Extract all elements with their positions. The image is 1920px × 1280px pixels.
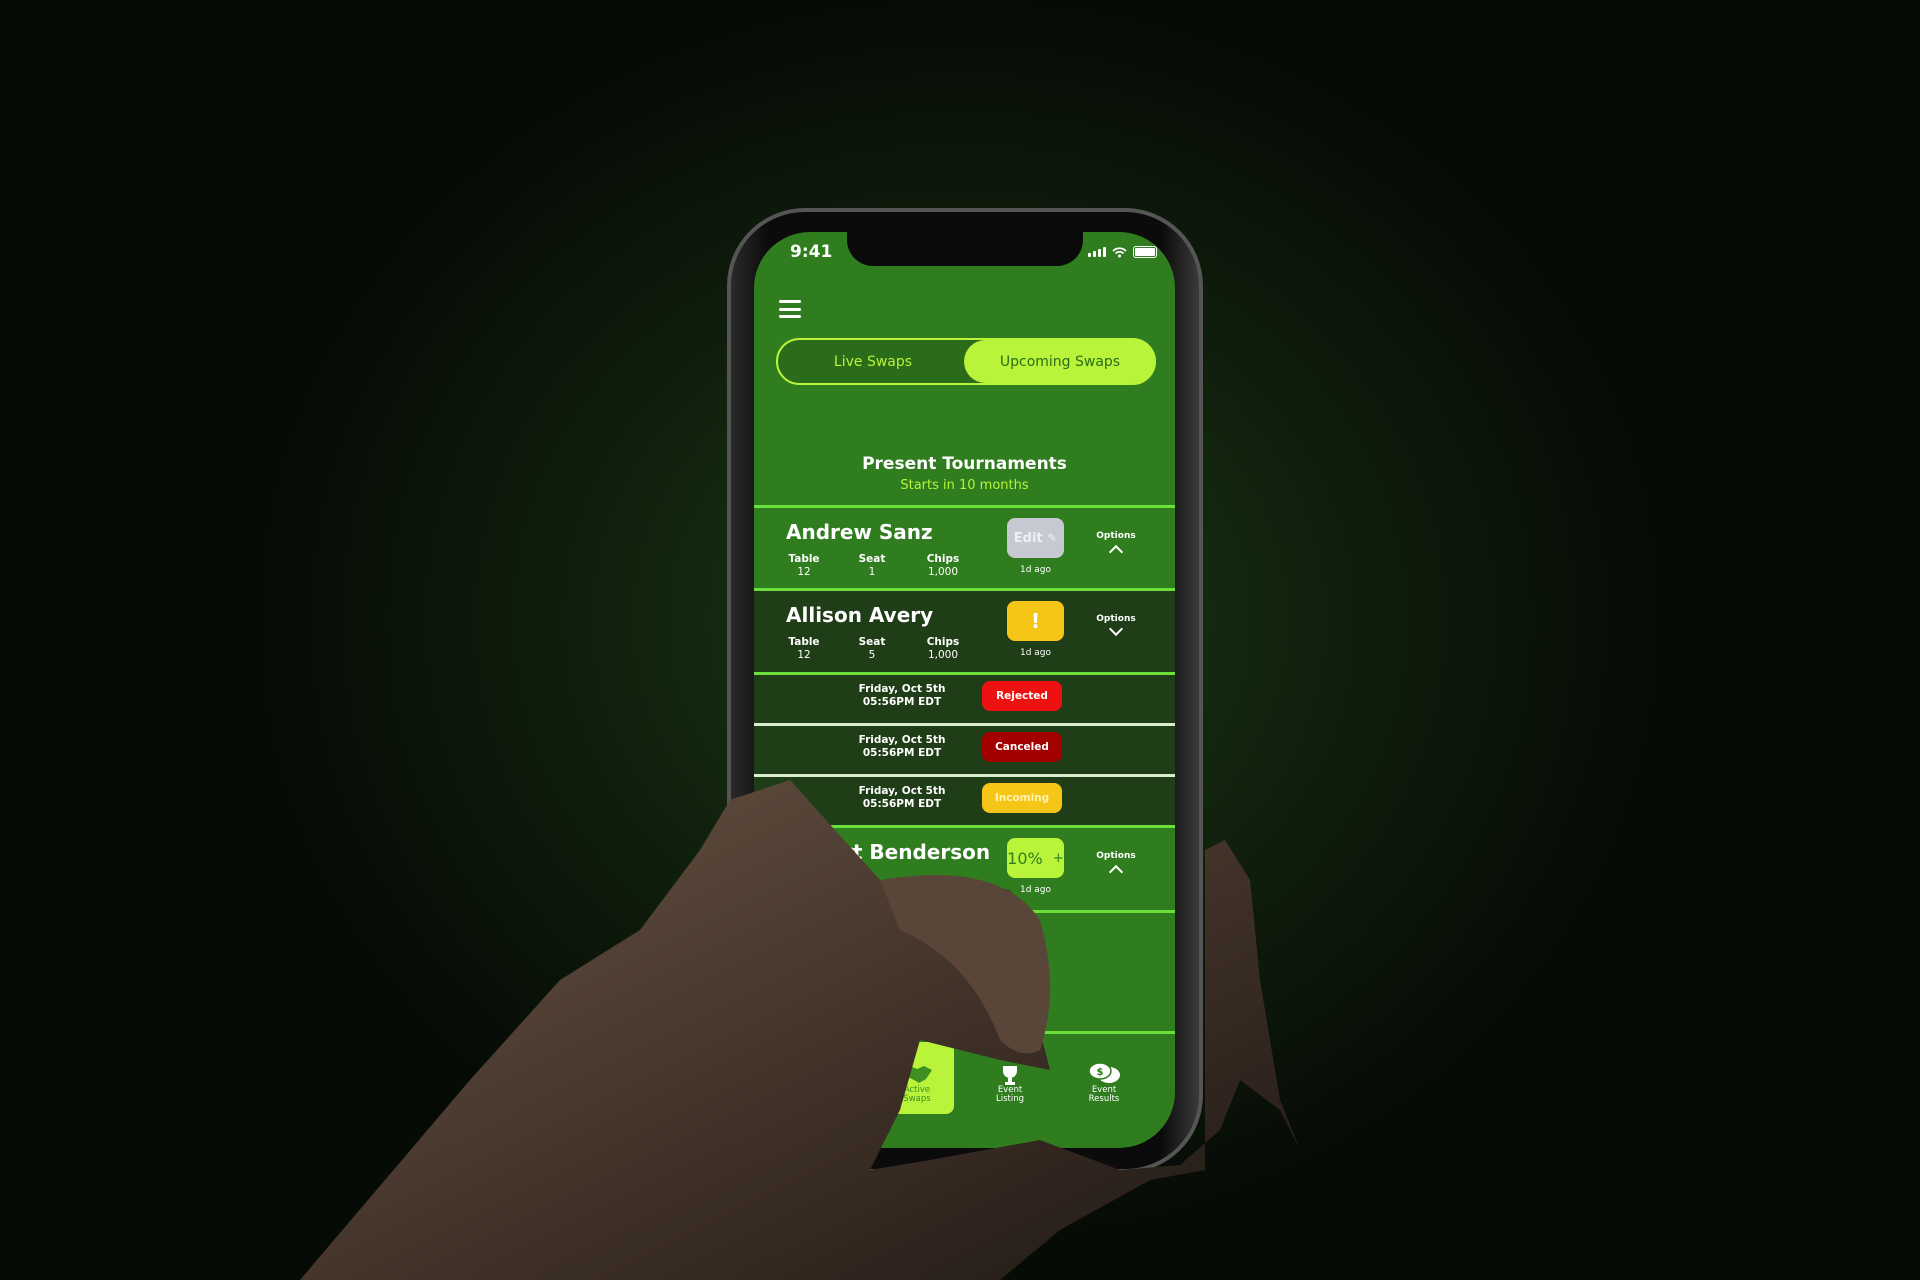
swap-row: Friday, Oct 5th 05:56PM EDT Canceled <box>754 726 1175 774</box>
time-ago: 1d ago <box>1019 648 1052 658</box>
swap-date: Friday, Oct 5th 05:56PM EDT <box>858 683 946 708</box>
section-subtitle: Starts in 10 months <box>900 478 1029 493</box>
nav-event-results[interactable]: $ Event Results <box>1067 1042 1141 1114</box>
chips-stat: Chips 1,000 <box>926 553 960 578</box>
table-stat: Table 12 <box>788 553 820 578</box>
player-row: Allison Avery Table 12 Seat 5 Chips 1,000 !… <box>754 591 1175 672</box>
swap-date: Friday, Oct 5th 05:56PM EDT <box>858 734 946 759</box>
wifi-icon <box>1112 246 1127 257</box>
options-toggle[interactable]: Options <box>1086 531 1146 560</box>
options-toggle[interactable]: Options <box>1086 851 1146 880</box>
trophy-icon <box>1003 1066 1017 1085</box>
phone-screen: 9:41 Live Swaps Upcoming Swaps Present T… <box>754 232 1175 1148</box>
status-badge-incoming[interactable]: Incoming <box>982 783 1062 813</box>
swap-row: Friday, Oct 5th 05:56PM EDT Rejected <box>754 675 1175 723</box>
time-ago: 1d ago <box>1019 565 1052 575</box>
player-row: Andrew Sanz Table 12 Seat 1 Chips 1,000 Edi… <box>754 508 1175 588</box>
section-title: Present Tournaments <box>862 454 1067 474</box>
nav-active-swaps[interactable]: Active Swaps <box>880 1042 954 1114</box>
signal-icon <box>1088 247 1106 257</box>
divider <box>754 910 1175 913</box>
swap-toggle: Live Swaps Upcoming Swaps <box>776 338 1156 385</box>
menu-icon[interactable] <box>779 300 801 318</box>
player-name: Robert Benderson <box>786 840 991 864</box>
tab-upcoming-swaps[interactable]: Upcoming Swaps <box>964 340 1156 383</box>
seat-stat: Seat 5 <box>858 636 886 661</box>
player-name: Allison Avery <box>786 603 934 627</box>
chevron-up-icon <box>1108 864 1124 880</box>
svg-text:$: $ <box>1097 1067 1104 1078</box>
chips-stat: Chips 1,000 <box>926 636 960 661</box>
status-time: 9:41 <box>790 242 833 262</box>
swap-date: Friday, Oct 5th 05:56PM EDT <box>858 785 946 810</box>
player-row: Robert Benderson Table 10% + 1d ago Opti… <box>754 828 1175 910</box>
chevron-up-icon <box>1108 544 1124 560</box>
status-badge-rejected[interactable]: Rejected <box>982 681 1062 711</box>
time-ago: 1d ago <box>1019 885 1052 895</box>
table-stat: Table 12 <box>788 636 820 661</box>
nav-event-listing[interactable]: Event Listing <box>973 1042 1047 1114</box>
tab-live-swaps[interactable]: Live Swaps <box>778 340 968 383</box>
edit-button[interactable]: Edit ✎ <box>1007 518 1064 558</box>
edit-icon: ✎ <box>1047 531 1058 545</box>
seat-stat: Seat 1 <box>858 553 886 578</box>
percent-button[interactable]: 10% + <box>1007 838 1064 878</box>
chevron-down-icon <box>1108 621 1124 637</box>
alert-button[interactable]: ! <box>1007 601 1064 641</box>
options-toggle[interactable]: Options <box>1086 614 1146 637</box>
table-stat: Table <box>788 873 820 885</box>
dollar-chat-icon: $ <box>1088 1062 1120 1083</box>
player-name: Andrew Sanz <box>786 520 933 544</box>
bottom-nav: Active Swaps Event Listing $ Event Results <box>754 1032 1175 1148</box>
swap-row: Friday, Oct 5th 05:56PM EDT Incoming <box>754 777 1175 825</box>
status-badge-canceled[interactable]: Canceled <box>982 732 1062 762</box>
alert-icon: ! <box>1030 609 1041 633</box>
handshake-icon <box>902 1066 932 1083</box>
status-icons <box>1088 246 1157 258</box>
notch <box>847 232 1083 266</box>
battery-icon <box>1133 246 1157 258</box>
